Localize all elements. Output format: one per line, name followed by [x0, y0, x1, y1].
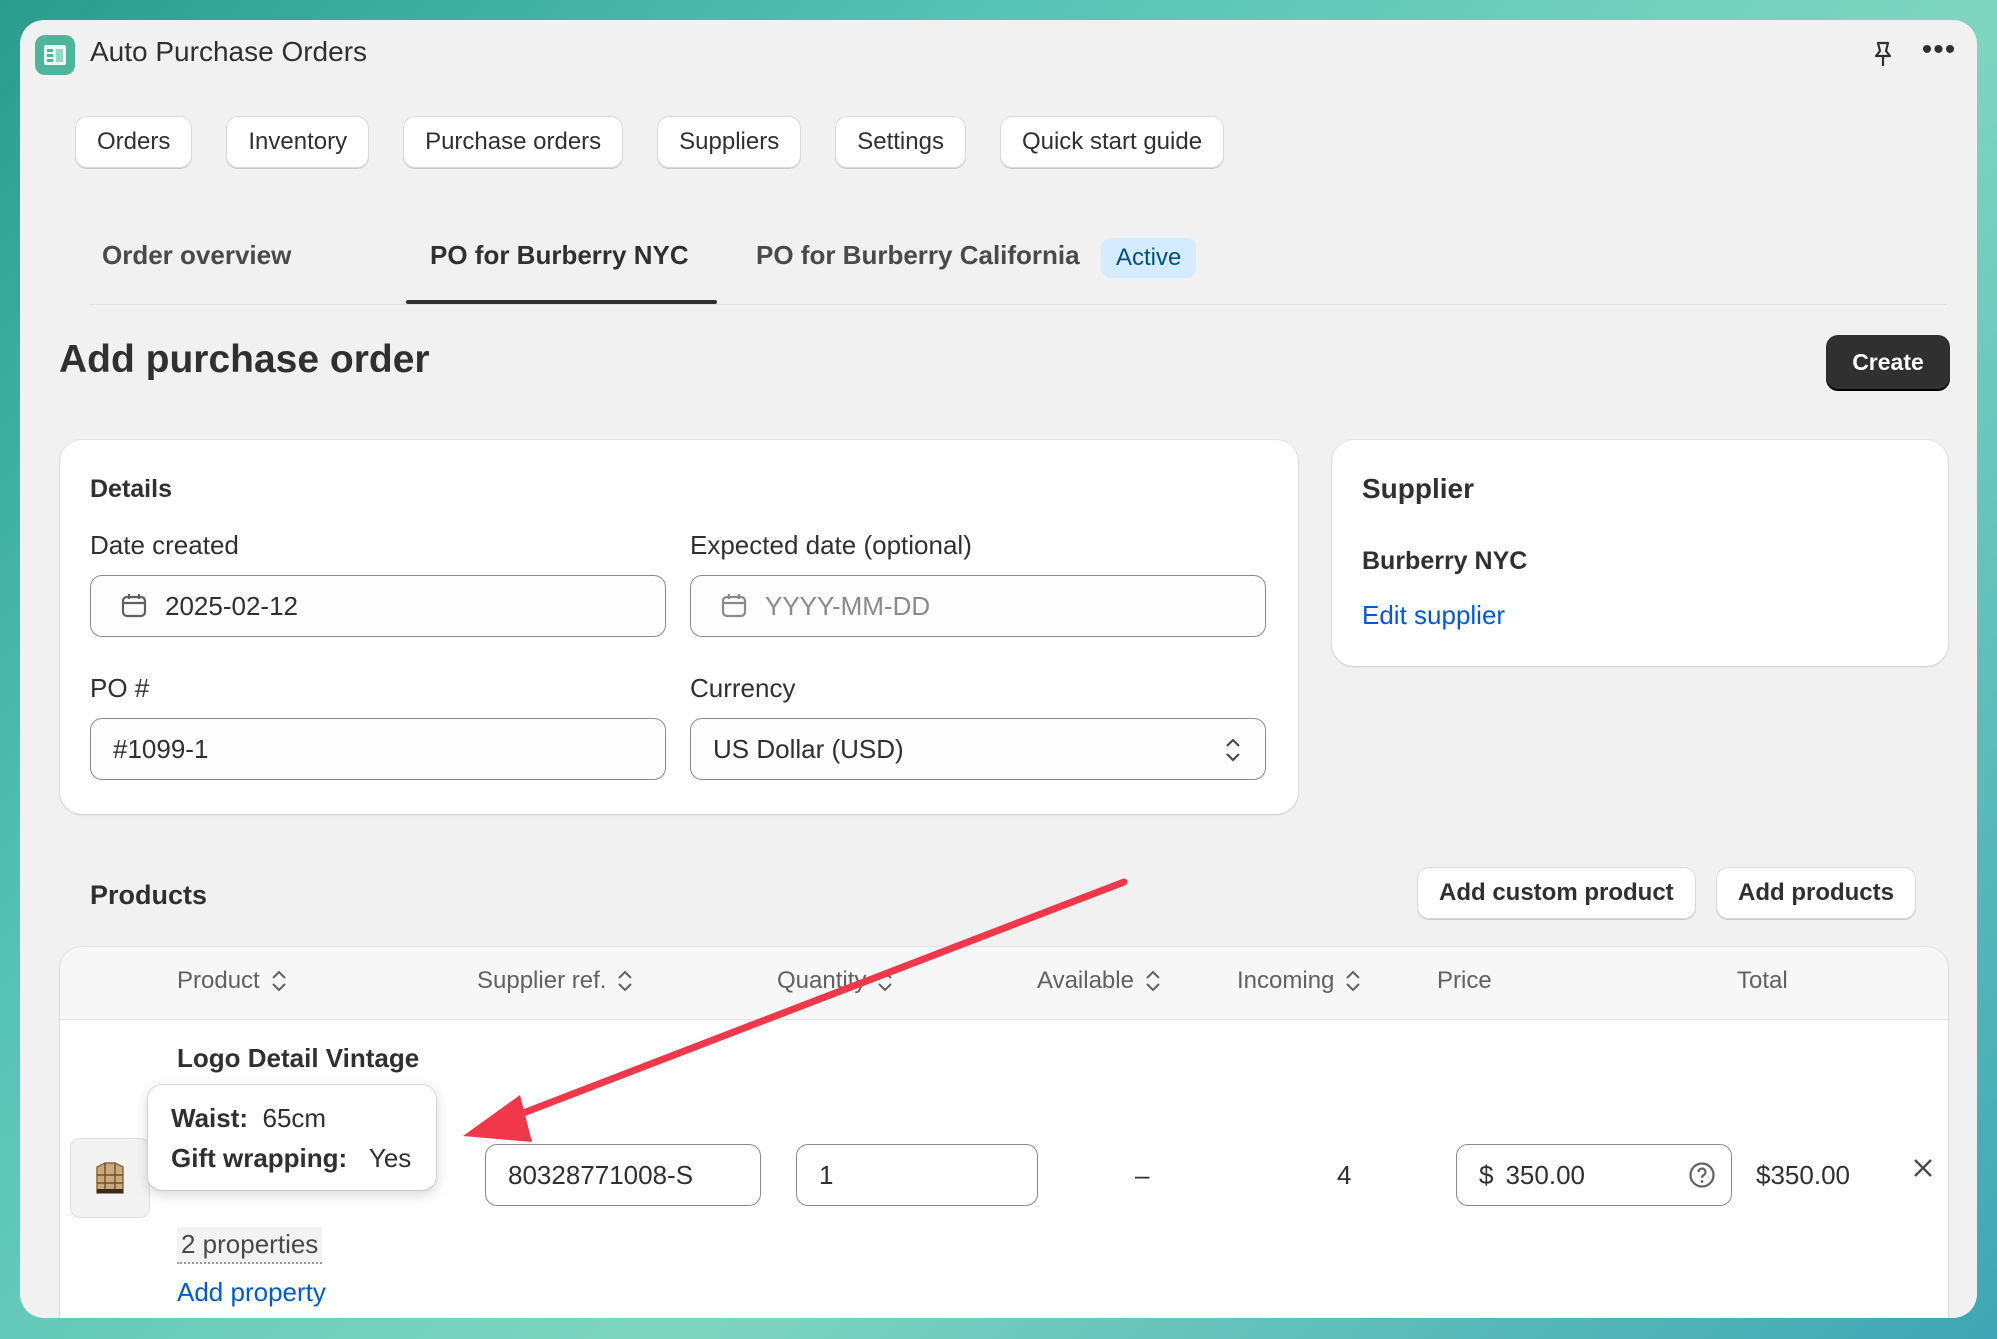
- column-header-price: Price: [1437, 967, 1492, 994]
- tab-order-overview[interactable]: Order overview: [102, 240, 291, 271]
- column-header-incoming[interactable]: Incoming: [1237, 967, 1362, 995]
- currency-select[interactable]: US Dollar (USD): [690, 718, 1266, 780]
- supplier-card: Supplier Burberry NYC Edit supplier: [1332, 440, 1948, 666]
- help-icon[interactable]: [1687, 1160, 1717, 1190]
- nav-orders-button[interactable]: Orders: [75, 116, 193, 168]
- sort-icon: [272, 970, 286, 992]
- tooltip-waist-value: 65cm: [262, 1103, 327, 1133]
- product-thumbnail: [70, 1138, 150, 1218]
- currency-label: Currency: [690, 673, 796, 703]
- tooltip-waist-label: Waist:: [171, 1103, 249, 1133]
- properties-tooltip: Waist: 65cm Gift wrapping: Yes: [148, 1085, 436, 1190]
- table-header: Product Supplier ref. Quantity Available…: [60, 947, 1948, 1020]
- column-header-product[interactable]: Product: [177, 967, 288, 995]
- products-heading: Products: [90, 880, 208, 910]
- nav-suppliers-button[interactable]: Suppliers: [657, 116, 802, 168]
- tab-po-burberry-nyc[interactable]: PO for Burberry NYC: [430, 240, 689, 271]
- po-number-field[interactable]: #1099-1: [90, 718, 666, 780]
- column-header-total: Total: [1737, 967, 1788, 994]
- quantity-value: 1: [819, 1159, 834, 1190]
- app-title: Auto Purchase Orders: [90, 36, 368, 67]
- tooltip-gift-value: Yes: [368, 1143, 412, 1173]
- date-created-label: Date created: [90, 530, 239, 560]
- supplier-heading: Supplier: [1362, 473, 1475, 504]
- incoming-value: 4: [1337, 1160, 1352, 1190]
- column-header-quantity[interactable]: Quantity: [777, 967, 894, 995]
- nav-quick-start-guide-button[interactable]: Quick start guide: [999, 116, 1225, 168]
- nav-inventory-button[interactable]: Inventory: [226, 116, 370, 168]
- column-header-supplier-ref[interactable]: Supplier ref.: [477, 967, 634, 995]
- details-heading: Details: [90, 475, 172, 503]
- pin-icon[interactable]: [1867, 38, 1899, 70]
- column-header-available[interactable]: Available: [1037, 967, 1162, 995]
- order-tabs: Order overview PO for Burberry NYC PO fo…: [90, 225, 1947, 305]
- expected-date-label: Expected date (optional): [690, 530, 972, 560]
- page-title: Add purchase order: [59, 338, 430, 381]
- sort-icon: [1346, 970, 1361, 992]
- quantity-input[interactable]: 1: [796, 1144, 1038, 1206]
- expected-date-placeholder: YYYY-MM-DD: [765, 590, 931, 621]
- add-products-button[interactable]: Add products: [1716, 867, 1916, 919]
- edit-supplier-link[interactable]: Edit supplier: [1362, 600, 1505, 631]
- price-input[interactable]: $ 350.00: [1456, 1144, 1732, 1206]
- details-card: Details Date created 2025-02-12 Expected…: [60, 440, 1298, 814]
- sort-icon: [618, 970, 633, 992]
- product-image-icon: [96, 1162, 124, 1194]
- title-bar: Auto Purchase Orders •••: [20, 20, 1977, 90]
- app-logo-icon: [35, 35, 75, 75]
- remove-row-icon[interactable]: [1908, 1153, 1938, 1183]
- add-custom-product-button[interactable]: Add custom product: [1417, 867, 1696, 919]
- supplier-ref-value: 80328771008-S: [508, 1159, 694, 1190]
- sort-icon: [878, 970, 893, 992]
- more-options-icon[interactable]: •••: [1919, 35, 1959, 70]
- sort-icon: [1146, 970, 1160, 992]
- available-value: –: [1135, 1160, 1150, 1190]
- nav-purchase-orders-button[interactable]: Purchase orders: [403, 116, 624, 168]
- price-currency-prefix: $: [1479, 1159, 1494, 1190]
- date-created-value: 2025-02-12: [165, 590, 298, 621]
- product-properties-toggle[interactable]: 2 properties: [177, 1227, 323, 1264]
- row-total-value: $350.00: [1756, 1160, 1850, 1190]
- po-number-value: #1099-1: [113, 733, 209, 764]
- tooltip-waist-row: Waist: 65cm: [171, 1103, 326, 1134]
- date-created-field[interactable]: 2025-02-12: [90, 575, 666, 637]
- tooltip-gift-row: Gift wrapping: Yes: [171, 1143, 411, 1174]
- currency-value: US Dollar (USD): [713, 733, 904, 764]
- create-button[interactable]: Create: [1826, 335, 1950, 389]
- add-property-link[interactable]: Add property: [177, 1277, 326, 1308]
- nav-settings-button[interactable]: Settings: [835, 116, 966, 168]
- tab-po-burberry-california[interactable]: PO for Burberry California: [756, 240, 1080, 271]
- tooltip-gift-label: Gift wrapping:: [171, 1143, 348, 1173]
- status-badge-active: Active: [1101, 238, 1197, 278]
- po-number-label: PO #: [90, 673, 150, 703]
- expected-date-field[interactable]: YYYY-MM-DD: [690, 575, 1266, 637]
- supplier-name: Burberry NYC: [1362, 547, 1528, 575]
- calendar-icon: [121, 594, 147, 618]
- price-value: 350.00: [1505, 1159, 1585, 1190]
- select-chevron-icon: [1226, 738, 1240, 762]
- tabs-divider: [90, 304, 1947, 305]
- main-navigation: Orders Inventory Purchase orders Supplie…: [75, 116, 1225, 168]
- supplier-ref-input[interactable]: 80328771008-S: [485, 1144, 761, 1206]
- calendar-icon: [721, 594, 747, 618]
